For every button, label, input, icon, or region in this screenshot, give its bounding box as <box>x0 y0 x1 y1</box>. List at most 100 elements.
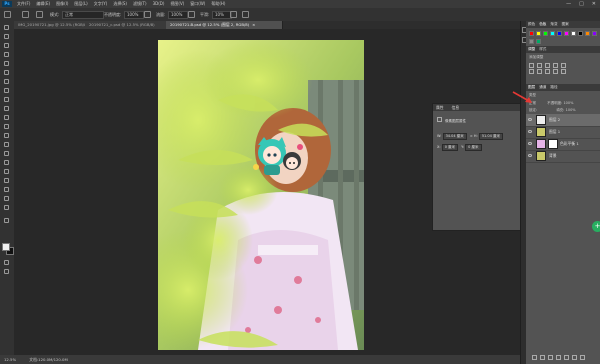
tab-info[interactable]: 信息 <box>452 105 460 110</box>
eye-icon[interactable] <box>528 118 532 121</box>
menu-3d[interactable]: 3D(D) <box>153 0 165 8</box>
color-balance-icon[interactable] <box>537 69 542 74</box>
shape-tool-icon[interactable] <box>3 186 10 193</box>
color-swatch[interactable] <box>578 31 583 36</box>
delete-layer-icon[interactable] <box>580 355 585 360</box>
hand-tool-icon[interactable] <box>3 195 10 202</box>
eraser-tool-icon[interactable] <box>3 123 10 130</box>
layer-row[interactable]: 背景 <box>526 150 600 163</box>
tab-color[interactable]: 颜色 <box>528 22 535 26</box>
healing-brush-tool-icon[interactable] <box>3 87 10 94</box>
crop-tool-icon[interactable] <box>3 60 10 67</box>
color-swatch[interactable] <box>536 39 541 44</box>
brush-preset-icon[interactable] <box>4 11 11 18</box>
tab-channels[interactable]: 通道 <box>539 85 546 89</box>
height-field[interactable]: 51.04 厘米 <box>478 133 503 140</box>
history-brush-tool-icon[interactable] <box>3 114 10 121</box>
tab-swatches[interactable]: 色板 <box>539 22 546 26</box>
type-tool-icon[interactable] <box>3 168 10 175</box>
clone-stamp-tool-icon[interactable] <box>3 105 10 112</box>
zoom-tool-icon[interactable] <box>3 204 10 211</box>
path-select-tool-icon[interactable] <box>3 177 10 184</box>
gear-icon[interactable] <box>230 11 237 18</box>
menu-type[interactable]: 文字(Y) <box>94 0 108 8</box>
pressure-opacity-icon[interactable] <box>144 11 151 18</box>
link-icon[interactable]: ∞ <box>470 134 473 138</box>
color-swatch[interactable] <box>585 31 590 36</box>
color-swatch[interactable] <box>550 31 555 36</box>
close-tab-icon[interactable]: × <box>252 22 255 27</box>
anime-sticker-layer[interactable] <box>250 133 306 177</box>
layer-opacity-field[interactable]: 100% <box>563 101 573 105</box>
link-layers-icon[interactable] <box>532 355 537 360</box>
menu-filter[interactable]: 滤镜(T) <box>133 0 147 8</box>
gradient-tool-icon[interactable] <box>3 132 10 139</box>
color-swatch[interactable] <box>529 39 534 44</box>
hue-saturation-icon[interactable] <box>529 69 534 74</box>
close-button[interactable]: ✕ <box>592 1 596 7</box>
document-tab[interactable]: IMG_20190721.jpg @ 12.5% (RGB/8) <box>14 21 93 29</box>
eye-icon[interactable] <box>528 130 532 133</box>
screen-mode-icon[interactable] <box>3 268 10 275</box>
eye-icon[interactable] <box>528 142 532 145</box>
eyedropper-tool-icon[interactable] <box>3 78 10 85</box>
x-field[interactable]: 0 厘米 <box>441 144 459 151</box>
symmetry-icon[interactable] <box>242 11 249 18</box>
color-swatch[interactable] <box>564 31 569 36</box>
quick-mask-icon[interactable] <box>3 259 10 266</box>
photo-filter-icon[interactable] <box>553 69 558 74</box>
tab-styles[interactable]: 样式 <box>539 47 546 51</box>
vibrance-icon[interactable] <box>561 63 566 68</box>
smoothing-field[interactable]: 10% <box>212 11 232 19</box>
add-mask-icon[interactable] <box>548 355 553 360</box>
brush-panel-icon[interactable] <box>36 11 43 18</box>
lasso-tool-icon[interactable] <box>3 42 10 49</box>
color-swatch[interactable] <box>571 31 576 36</box>
channel-mixer-icon[interactable] <box>561 69 566 74</box>
floating-plus-button[interactable]: + <box>592 221 600 232</box>
menu-layer[interactable]: 图层(L) <box>74 0 87 8</box>
color-swatch[interactable] <box>543 31 548 36</box>
minimize-button[interactable]: — <box>566 1 571 7</box>
marquee-tool-icon[interactable] <box>3 33 10 40</box>
tab-patterns[interactable]: 图案 <box>562 22 569 26</box>
brightness-icon[interactable] <box>529 63 534 68</box>
curves-icon[interactable] <box>545 63 550 68</box>
blur-tool-icon[interactable] <box>3 141 10 148</box>
y-field[interactable]: 0 厘米 <box>465 144 482 151</box>
menu-file[interactable]: 文件(F) <box>17 0 30 8</box>
menu-view[interactable]: 视图(V) <box>170 0 184 8</box>
exposure-icon[interactable] <box>553 63 558 68</box>
width-field[interactable]: 34.04 厘米 <box>442 133 467 140</box>
color-swatch[interactable] <box>536 31 541 36</box>
brush-settings-icon[interactable] <box>22 11 29 18</box>
tab-properties[interactable]: 属性 <box>436 105 444 110</box>
new-adjustment-icon[interactable] <box>556 355 561 360</box>
brush-tool-icon[interactable] <box>3 96 10 103</box>
menu-help[interactable]: 帮助(H) <box>211 0 225 8</box>
fx-icon[interactable] <box>540 355 545 360</box>
edit-toolbar-icon[interactable] <box>3 217 10 224</box>
quick-select-tool-icon[interactable] <box>3 51 10 58</box>
document-tab-active[interactable]: 20190721-B.psd @ 12.5% (图层 2, RGB/8) × <box>166 21 283 29</box>
flow-field[interactable]: 100% <box>168 11 188 19</box>
pen-tool-icon[interactable] <box>3 159 10 166</box>
color-swatch[interactable] <box>557 31 562 36</box>
levels-icon[interactable] <box>537 63 542 68</box>
menu-image[interactable]: 图像(I) <box>56 0 68 8</box>
document-tab[interactable]: 20190721_c.psd @ 12.5% (RGB/8) <box>85 21 174 29</box>
black-white-icon[interactable] <box>545 69 550 74</box>
eye-icon[interactable] <box>528 154 532 157</box>
canvas-photo[interactable] <box>158 40 364 350</box>
foreground-color-swatch[interactable] <box>2 243 10 251</box>
fill-field[interactable]: 100% <box>566 108 576 112</box>
dodge-tool-icon[interactable] <box>3 150 10 157</box>
frame-tool-icon[interactable] <box>3 69 10 76</box>
color-swatch[interactable] <box>592 31 597 36</box>
new-group-icon[interactable] <box>564 355 569 360</box>
zoom-level[interactable]: 12.5% <box>4 357 16 362</box>
color-swatch[interactable] <box>529 31 534 36</box>
tab-paths[interactable]: 路径 <box>550 85 557 89</box>
maximize-button[interactable]: □ <box>579 1 584 7</box>
new-layer-icon[interactable] <box>572 355 577 360</box>
